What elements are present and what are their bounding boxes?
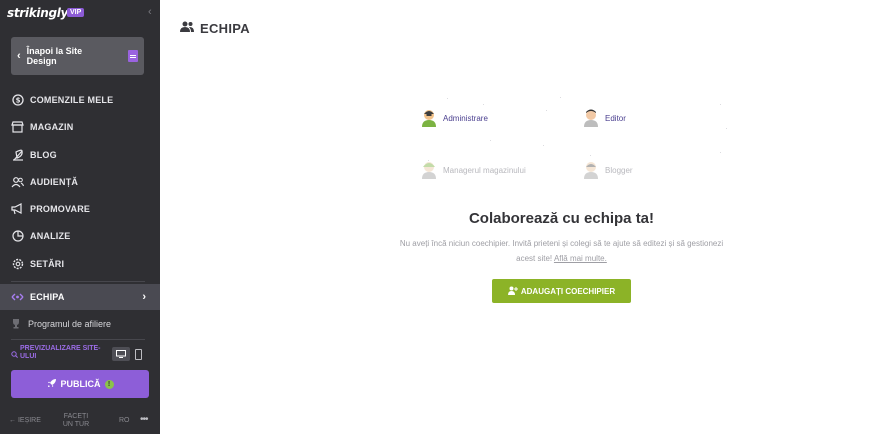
chevron-right-icon: ›: [142, 291, 146, 303]
learn-more-link[interactable]: Află mai multe.: [554, 254, 607, 263]
publish-button[interactable]: PUBLICĂ !: [11, 370, 149, 398]
exit-label: IEȘIRE: [17, 417, 41, 424]
role-editor: Editor: [583, 109, 626, 128]
desktop-preview-icon[interactable]: [112, 347, 130, 361]
decor-dot: [560, 97, 561, 98]
chevron-left-icon: ‹: [17, 50, 21, 62]
role-label: Blogger: [605, 166, 633, 175]
dollar-circle-icon: $: [11, 94, 24, 107]
editor-avatar-icon: [584, 109, 598, 127]
nav-label: BLOG: [30, 150, 57, 160]
svg-text:$: $: [15, 97, 20, 105]
nav-item-blog[interactable]: BLOG: [0, 142, 160, 168]
empty-state-title: Colaborează cu echipa ta!: [468, 210, 655, 227]
preview-label: PREVIZUALIZARE SITE-ULUI: [20, 345, 101, 360]
empty-state-description: Nu aveți încă niciun coechipier. Invită …: [390, 236, 733, 266]
team-users-icon: [180, 19, 194, 37]
decor-dot: [546, 110, 547, 111]
decor-dot: [720, 152, 721, 153]
affiliate-program-link[interactable]: Programul de afiliere: [11, 318, 111, 329]
sidebar-divider: [11, 281, 145, 282]
nav-item-team[interactable]: ECHIPA ›: [0, 284, 160, 310]
team-icon: [11, 291, 24, 304]
nav-item-store[interactable]: MAGAZIN: [0, 114, 160, 140]
vip-badge: VIP: [67, 8, 85, 17]
nav-label: AUDIENȚĂ: [30, 177, 79, 187]
role-blogger: Blogger: [583, 161, 633, 180]
nav-label: ANALIZE: [30, 231, 71, 241]
collapse-sidebar-icon[interactable]: ‹: [148, 6, 152, 18]
add-teammate-label: ADAUGAȚI COECHIPIER: [520, 286, 616, 296]
decor-dot: [720, 104, 721, 105]
nav-item-orders[interactable]: $ COMENZILE MELE: [0, 87, 160, 113]
pie-chart-icon: [11, 230, 24, 243]
role-admin: Administrare: [421, 109, 488, 128]
decor-dot: [726, 128, 727, 129]
users-icon: [11, 176, 24, 189]
nav-item-promotion[interactable]: PROMOVARE: [0, 196, 160, 222]
decor-dot: [543, 145, 544, 146]
sidebar: strikingly VIP ‹ ‹ Înapoi la Site Design…: [0, 0, 160, 434]
add-teammate-button[interactable]: ADAUGAȚI COECHIPIER: [492, 279, 631, 303]
admin-avatar-icon: [422, 110, 436, 127]
nav-label: SETĂRI: [30, 259, 65, 269]
page-title: ECHIPA: [200, 20, 250, 36]
decor-dot: [590, 155, 591, 156]
main-content: ECHIPA Administrare Editor Managerul mag…: [160, 0, 871, 434]
decor-dot: [483, 104, 484, 105]
preview-site-link[interactable]: PREVIZUALIZARE SITE-ULUI: [11, 345, 116, 363]
nav-item-analytics[interactable]: ANALIZE: [0, 223, 160, 249]
store-icon: [11, 121, 24, 134]
sidebar-divider: [11, 339, 145, 340]
nav-label: PROMOVARE: [30, 204, 91, 214]
role-label: Editor: [605, 114, 626, 123]
decor-dot: [447, 98, 448, 99]
take-tour-link[interactable]: FACEȚI UN TUR: [58, 413, 94, 429]
sidebar-footer: ← IEȘIRE FACEȚI UN TUR RO •••: [0, 408, 160, 434]
affiliate-label: Programul de afiliere: [28, 318, 112, 329]
back-to-site-design-button[interactable]: ‹ Înapoi la Site Design: [11, 37, 144, 75]
feather-icon: [11, 149, 24, 162]
gear-icon: [11, 258, 24, 271]
warning-badge: !: [104, 379, 114, 389]
page-header: ECHIPA: [180, 19, 250, 37]
more-options-icon[interactable]: •••: [140, 414, 148, 425]
trophy-icon: [11, 318, 21, 329]
blogger-avatar-icon: [584, 162, 598, 179]
search-icon: [11, 345, 18, 363]
nav-label: COMENZILE MELE: [30, 95, 114, 105]
nav-label: MAGAZIN: [30, 122, 74, 132]
role-store-manager: Managerul magazinului: [421, 161, 526, 180]
strikingly-logo[interactable]: strikingly: [7, 6, 68, 20]
nav-label: ECHIPA: [30, 292, 65, 302]
exit-link[interactable]: ← IEȘIRE: [9, 417, 41, 424]
role-label: Administrare: [443, 114, 488, 123]
nav-item-audience[interactable]: AUDIENȚĂ: [0, 169, 160, 195]
language-selector[interactable]: RO: [119, 417, 130, 424]
decor-dot: [490, 140, 491, 141]
mobile-preview-icon[interactable]: [135, 349, 142, 360]
store-manager-avatar-icon: [422, 162, 436, 179]
rocket-icon: [47, 375, 57, 393]
publish-label: PUBLICĂ: [60, 379, 101, 389]
add-user-icon: [507, 282, 518, 300]
nav-item-settings[interactable]: SETĂRI: [0, 251, 160, 277]
role-label: Managerul magazinului: [443, 166, 526, 175]
megaphone-icon: [11, 203, 24, 216]
back-button-label: Înapoi la Site Design: [26, 46, 83, 66]
page-icon: [128, 50, 138, 62]
